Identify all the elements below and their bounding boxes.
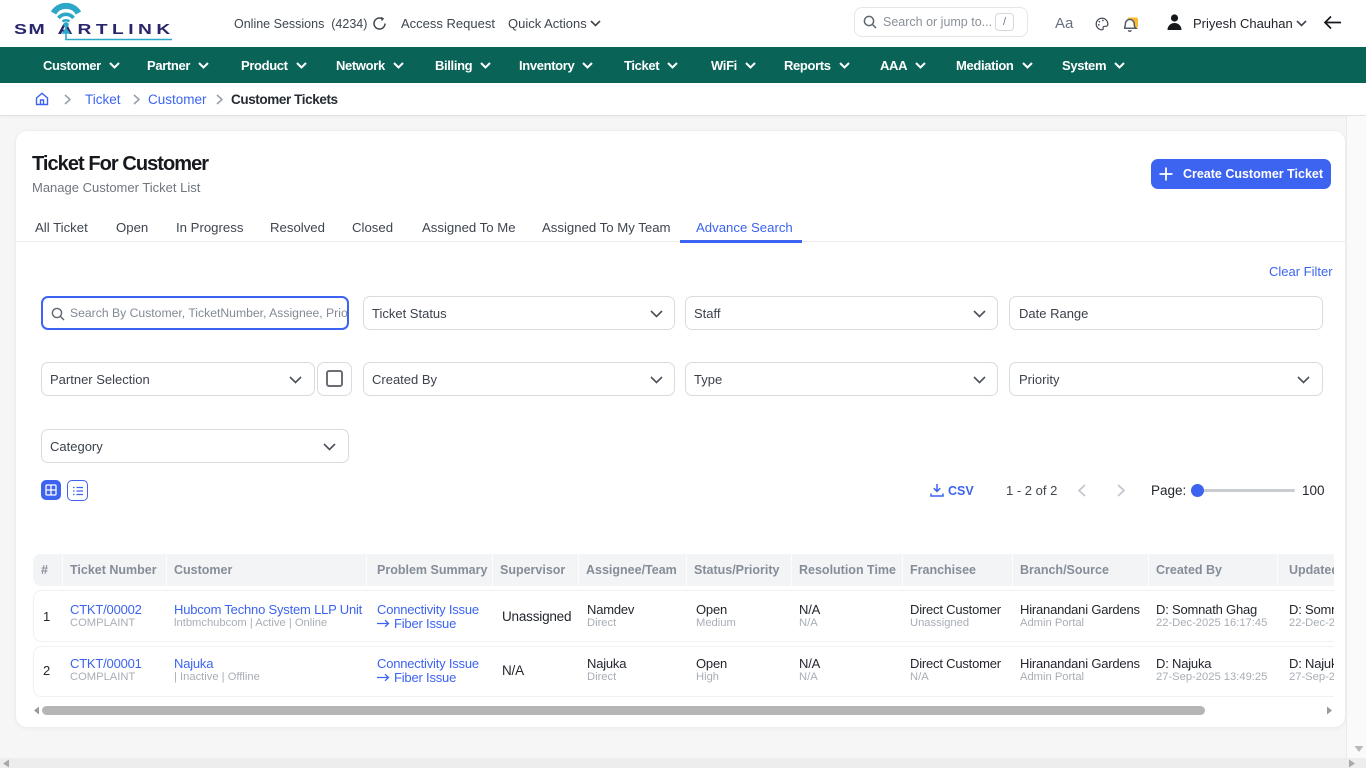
svg-text:RTLINK: RTLINK bbox=[78, 20, 175, 37]
svg-text:SM: SM bbox=[14, 20, 46, 37]
